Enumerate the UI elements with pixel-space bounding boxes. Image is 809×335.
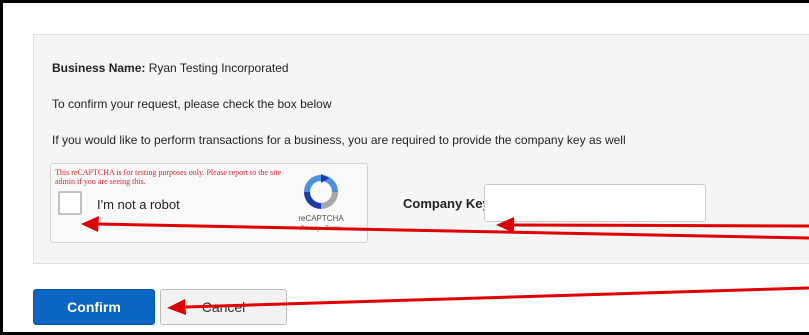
company-key-label: Company Key: [403, 196, 495, 211]
recaptcha-privacy-terms[interactable]: Privacy - Terms [283, 226, 359, 232]
recaptcha-widget: This reCAPTCHA is for testing purposes o… [50, 163, 368, 243]
recaptcha-logo-icon [304, 174, 338, 209]
business-name-value: Ryan Testing Incorporated [148, 61, 289, 75]
confirm-instruction: To confirm your request, please check th… [52, 97, 332, 111]
confirm-button[interactable]: Confirm [33, 289, 155, 325]
recaptcha-checkbox[interactable] [58, 191, 82, 215]
company-key-input[interactable] [484, 184, 706, 222]
business-name-label: Business Name: [52, 61, 146, 75]
recaptcha-checkbox-label: I'm not a robot [97, 197, 180, 212]
company-key-instruction: If you would like to perform transaction… [52, 133, 626, 147]
cancel-button[interactable]: Cancel [160, 289, 287, 325]
business-name-line: Business Name: Ryan Testing Incorporated [52, 61, 289, 75]
recaptcha-brand: reCAPTCHA [298, 214, 344, 223]
recaptcha-test-notice: This reCAPTCHA is for testing purposes o… [55, 168, 282, 186]
